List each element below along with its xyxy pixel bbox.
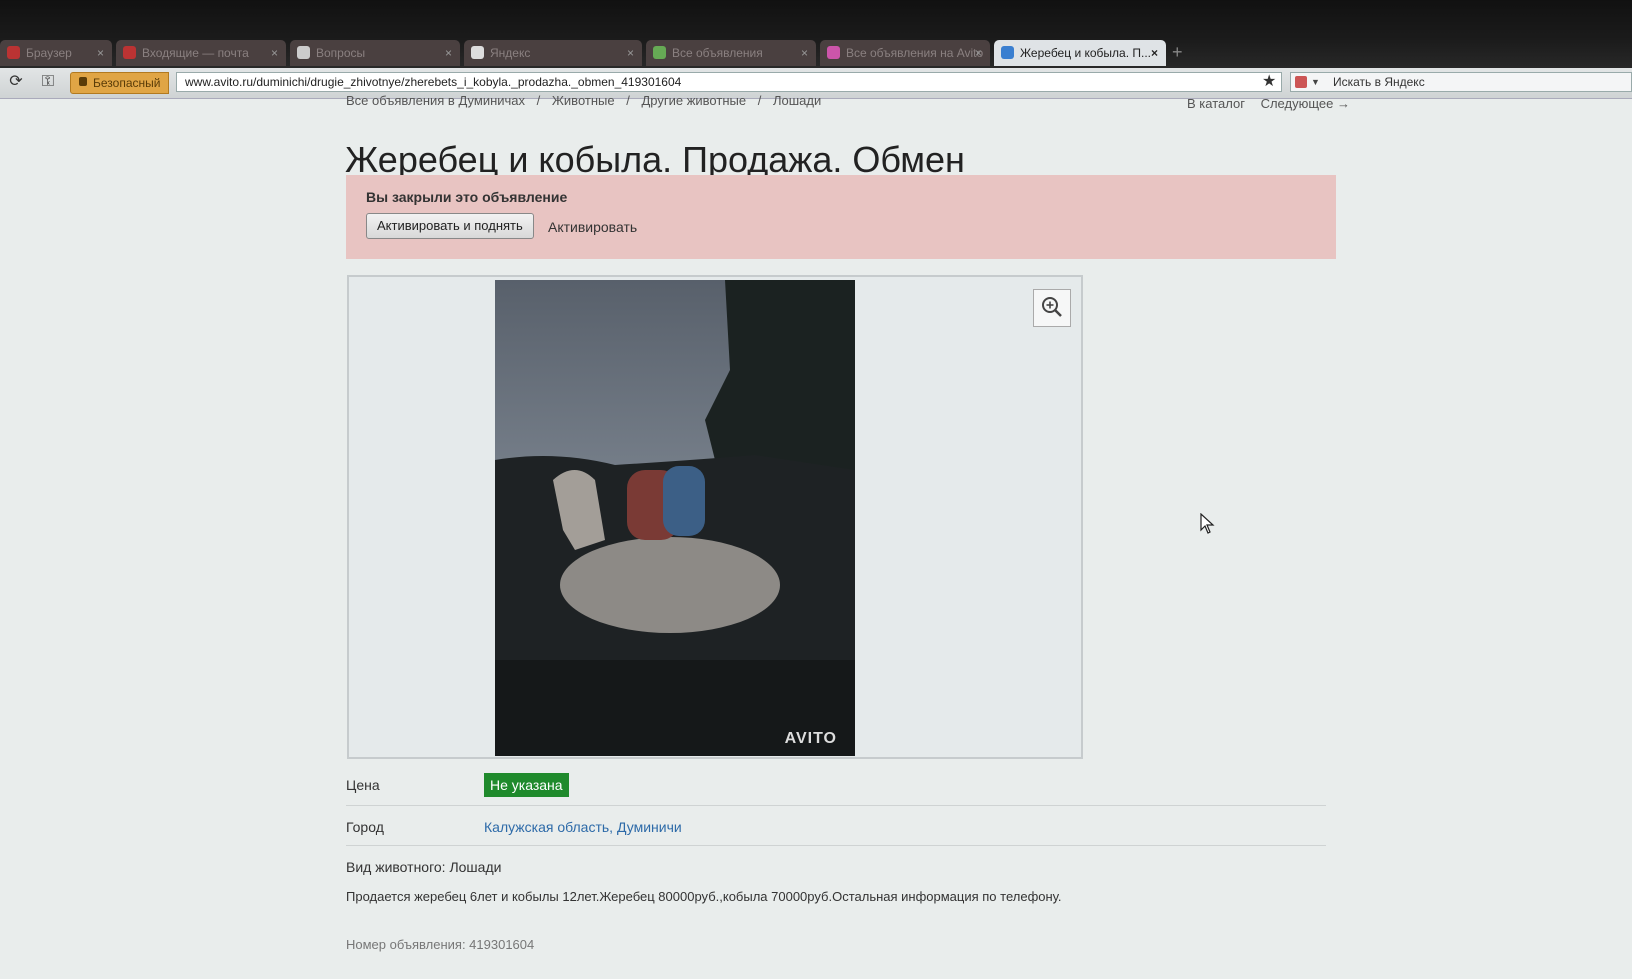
tab-4[interactable]: Яндекс ×: [464, 40, 642, 66]
security-label: Безопасный: [93, 76, 161, 90]
divider: [346, 845, 1326, 846]
new-tab-button[interactable]: +: [1172, 42, 1183, 63]
security-badge[interactable]: Безопасный: [70, 72, 170, 94]
tab-favicon-icon: [827, 46, 840, 59]
breadcrumb-link[interactable]: Животные: [552, 93, 615, 108]
catalog-link[interactable]: В каталог: [1187, 96, 1245, 111]
closed-message: Вы закрыли это объявление: [366, 189, 568, 205]
tab-favicon-icon: [123, 46, 136, 59]
tab-label: Входящие — почта: [142, 46, 249, 60]
divider: [346, 805, 1326, 806]
breadcrumb-link[interactable]: Другие животные: [641, 93, 746, 108]
main-photo[interactable]: AVITO: [495, 280, 855, 756]
tab-close-icon[interactable]: ×: [1151, 40, 1158, 66]
tab-favicon-icon: [297, 46, 310, 59]
key-icon[interactable]: ⚿: [36, 71, 60, 93]
page-content: Все объявления в Думиничах / Животные / …: [0, 93, 1632, 979]
tab-favicon-icon: [653, 46, 666, 59]
activate-and-raise-button[interactable]: Активировать и поднять: [366, 213, 534, 239]
price-label: Цена: [346, 777, 380, 793]
mouse-cursor-icon: [1200, 513, 1215, 534]
activate-link[interactable]: Активировать: [548, 219, 637, 235]
address-bar[interactable]: www.avito.ru/duminichi/drugie_zhivotnye/…: [176, 72, 1282, 92]
tab-label: Яндекс: [490, 46, 531, 60]
breadcrumb-separator: /: [626, 93, 630, 108]
tab-6[interactable]: Все объявления на Avito ×: [820, 40, 990, 66]
breadcrumb-separator: /: [757, 93, 762, 108]
tab-strip: Браузер × Входящие — почта × Вопросы × Я…: [0, 40, 1632, 68]
tab-label: Вопросы: [316, 46, 366, 60]
zoom-in-icon: [1042, 297, 1062, 317]
tab-label: Все объявления: [672, 46, 763, 60]
search-input[interactable]: ▼ Искать в Яндекс: [1290, 72, 1632, 92]
animal-type: Вид животного: Лошади: [346, 859, 502, 875]
horse-photo-image: [495, 280, 855, 756]
tab-5[interactable]: Все объявления ×: [646, 40, 816, 66]
tab-2[interactable]: Входящие — почта ×: [116, 40, 286, 66]
price-badge: Не указана: [484, 773, 569, 797]
closed-ad-banner: Вы закрыли это объявление Активировать и…: [346, 175, 1336, 259]
tab-active[interactable]: Жеребец и кобыла. П... ×: [994, 40, 1166, 66]
tab-close-icon[interactable]: ×: [801, 40, 808, 66]
tab-label: Жеребец и кобыла. П...: [1020, 46, 1152, 60]
browser-titlebar: Браузер × Входящие — почта × Вопросы × Я…: [0, 0, 1632, 72]
tab-close-icon[interactable]: ×: [271, 40, 278, 66]
breadcrumb: Все объявления в Думиничах / Животные / …: [346, 93, 829, 108]
tab-favicon-icon: [1001, 46, 1014, 59]
ad-number: Номер объявления: 419301604: [346, 937, 535, 952]
tab-3[interactable]: Вопросы ×: [290, 40, 460, 66]
tab-close-icon[interactable]: ×: [97, 40, 104, 66]
breadcrumb-link[interactable]: Лошади: [773, 93, 821, 108]
breadcrumb-separator: /: [536, 93, 541, 108]
tab-1[interactable]: Браузер ×: [0, 40, 112, 66]
ad-description: Продается жеребец 6лет и кобылы 12лет.Же…: [346, 889, 1062, 904]
tab-close-icon[interactable]: ×: [627, 40, 634, 66]
bookmark-star-icon[interactable]: ★: [1262, 71, 1276, 91]
zoom-button[interactable]: [1033, 289, 1071, 327]
chevron-down-icon[interactable]: ▼: [1311, 73, 1320, 91]
search-placeholder: Искать в Яндекс: [1333, 75, 1425, 89]
photo-watermark: AVITO: [784, 730, 837, 747]
next-link[interactable]: Следующее →: [1261, 96, 1350, 111]
tab-label: Все объявления на Avito: [846, 46, 984, 60]
breadcrumb-link[interactable]: Все объявления в Думиничах: [346, 93, 525, 108]
tab-favicon-icon: [471, 46, 484, 59]
tab-close-icon[interactable]: ×: [975, 40, 982, 66]
reload-icon[interactable]: ⟳: [4, 71, 28, 93]
tab-label: Браузер: [26, 46, 72, 60]
lock-icon: [79, 77, 87, 86]
city-label: Город: [346, 819, 384, 835]
yandex-icon[interactable]: [1295, 76, 1307, 88]
photo-gallery: AVITO: [347, 275, 1083, 759]
city-link[interactable]: Калужская область, Думиничи: [484, 819, 682, 835]
tab-close-icon[interactable]: ×: [445, 40, 452, 66]
tab-favicon-icon: [7, 46, 20, 59]
item-navigation: В каталог Следующее →: [1175, 96, 1350, 111]
